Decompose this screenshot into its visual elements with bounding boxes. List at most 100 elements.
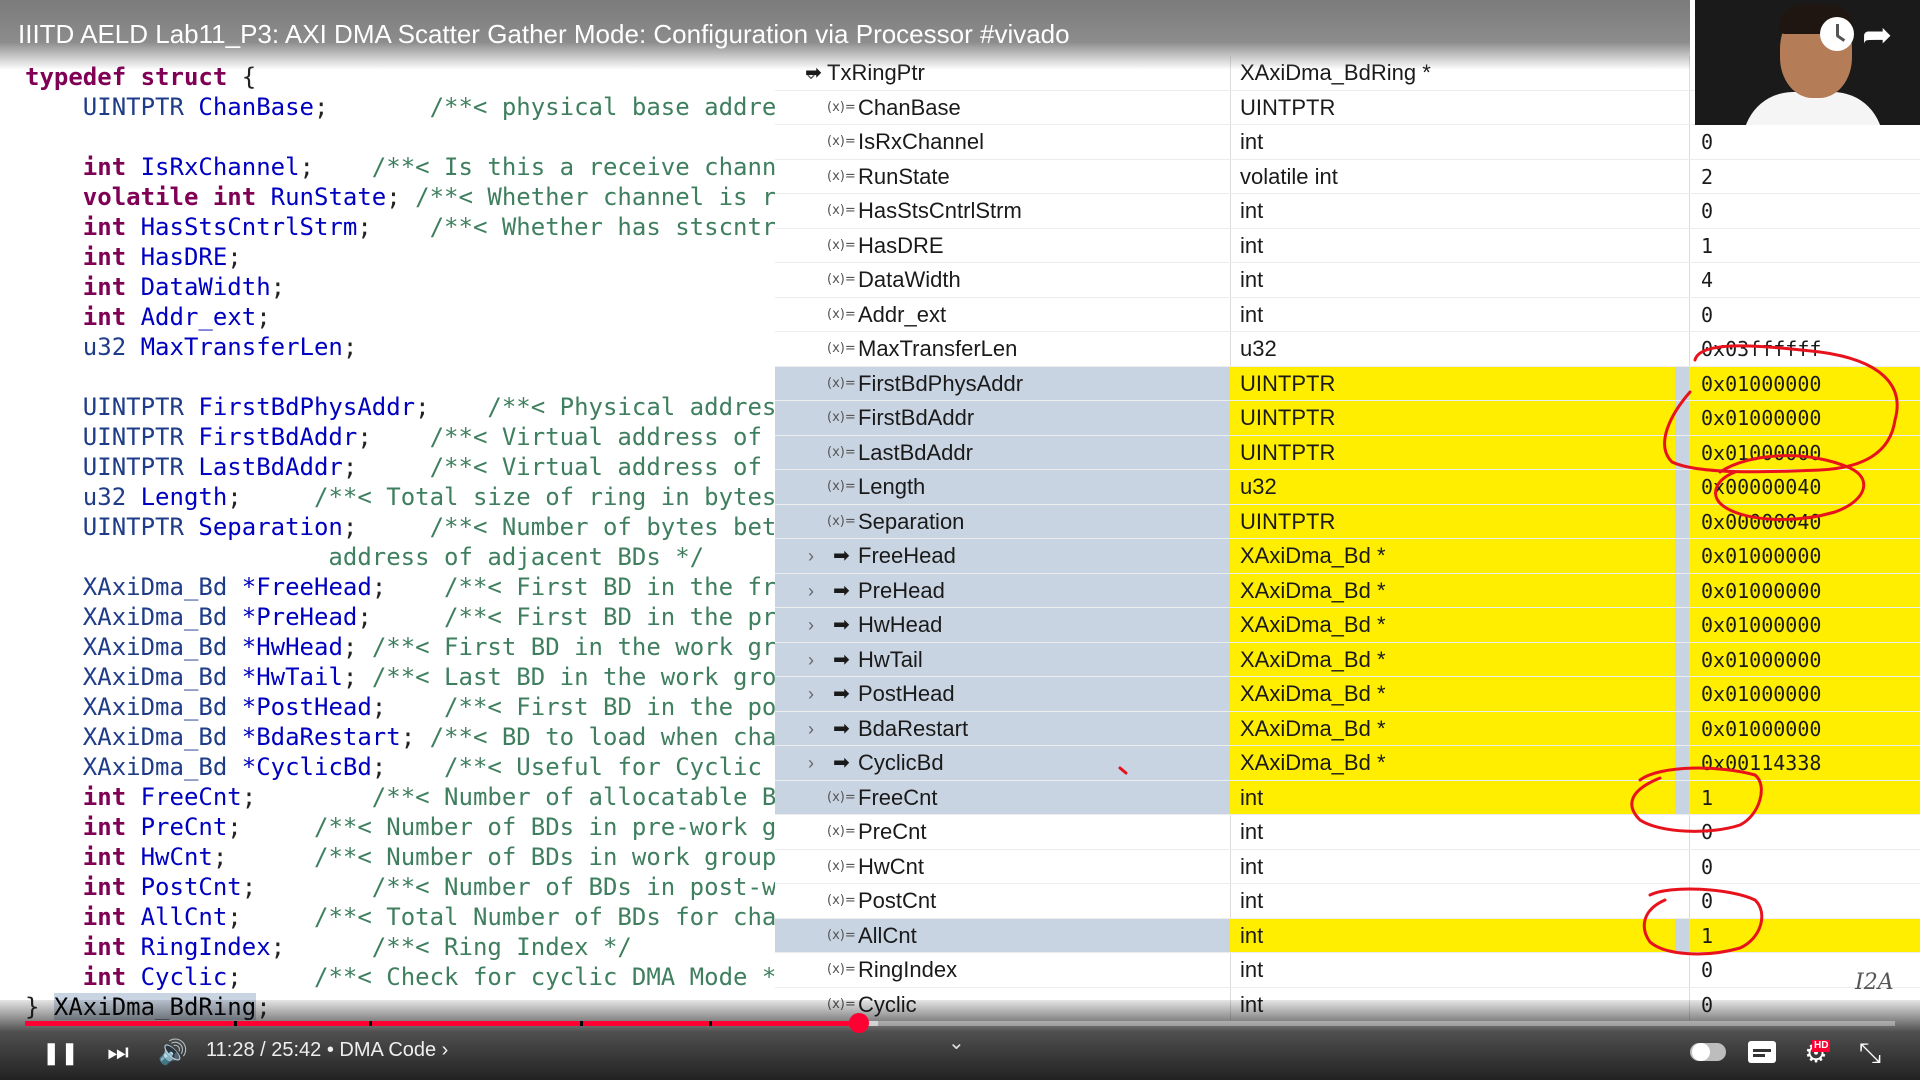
- variable-row[interactable]: (x)= RingIndex int 0: [775, 953, 1920, 988]
- code-token: /**< Number of allocatable BDs in group …: [371, 783, 775, 811]
- variable-value[interactable]: 4: [1689, 263, 1920, 297]
- code-token: HasStsCntrlStrm: [140, 213, 358, 241]
- code-token: /**< First BD in the free group */: [444, 573, 775, 601]
- share-icon[interactable]: ➦: [1862, 14, 1892, 56]
- variable-type: UINTPTR: [1230, 504, 1675, 538]
- variable-row[interactable]: (x)= FirstBdAddr UINTPTR 0x01000000: [775, 401, 1920, 436]
- variable-value[interactable]: 0x01000000: [1689, 642, 1920, 676]
- exit-fullscreen-icon[interactable]: ⤡: [1852, 1035, 1888, 1071]
- expand-chevron-icon[interactable]: ›: [800, 712, 822, 746]
- variable-value[interactable]: 0: [1689, 850, 1920, 884]
- variable-name: FreeCnt: [858, 784, 938, 810]
- variable-name: HwHead: [858, 612, 943, 637]
- expand-chevron-icon[interactable]: ›: [800, 677, 822, 711]
- variable-value[interactable]: 0x01000000: [1689, 401, 1920, 435]
- variable-value[interactable]: 0: [1689, 884, 1920, 918]
- code-line: int AllCnt; /**< Total Number of BDs for…: [25, 902, 775, 932]
- expand-chevron-icon[interactable]: ›: [800, 608, 822, 642]
- variable-value[interactable]: 0: [1689, 194, 1920, 228]
- variable-value[interactable]: 0x00114338: [1689, 746, 1920, 780]
- variable-value[interactable]: 0x01000000: [1689, 711, 1920, 745]
- variable-row[interactable]: › ➡ HwHead XAxiDma_Bd * 0x01000000: [775, 608, 1920, 643]
- autoplay-toggle[interactable]: [1690, 1043, 1726, 1061]
- variable-icon: (x)=: [827, 410, 856, 425]
- variable-value[interactable]: 0: [1689, 815, 1920, 849]
- variable-row[interactable]: (x)= HasStsCntrlStrm int 0: [775, 194, 1920, 229]
- variable-row[interactable]: (x)= LastBdAddr UINTPTR 0x01000000: [775, 435, 1920, 470]
- code-line: XAxiDma_Bd *BdaRestart; /**< BD to load …: [25, 722, 775, 752]
- progress-bar[interactable]: [25, 1021, 1895, 1026]
- variable-row[interactable]: (x)= HasDRE int 1: [775, 229, 1920, 263]
- pause-button[interactable]: ❚❚: [42, 1035, 79, 1071]
- code-token: int: [25, 303, 141, 331]
- code-line: u32 MaxTransferLen;: [25, 332, 358, 362]
- captions-line: [1753, 1049, 1771, 1052]
- video-title[interactable]: IIITD AELD Lab11_P3: AXI DMA Scatter Gat…: [18, 19, 1070, 50]
- variable-name: FirstBdAddr: [858, 405, 975, 430]
- variable-value[interactable]: 0: [1689, 298, 1920, 332]
- variable-row[interactable]: › ➡ HwTail XAxiDma_Bd * 0x01000000: [775, 642, 1920, 677]
- variable-value[interactable]: 0x01000000: [1689, 573, 1920, 607]
- variable-name: RunState: [858, 163, 950, 189]
- chapter-title[interactable]: • DMA Code ›: [327, 1039, 448, 1061]
- variable-row[interactable]: (x)= Separation UINTPTR 0x00000040: [775, 504, 1920, 539]
- expand-chevron-icon[interactable]: ›: [800, 746, 822, 780]
- chevron-down-icon[interactable]: ⌄: [948, 1030, 965, 1055]
- code-token: int: [25, 903, 141, 931]
- variable-row[interactable]: (x)= MaxTransferLen u32 0x03ffffff: [775, 332, 1920, 367]
- autoplay-toggle-knob: [1692, 1043, 1710, 1061]
- variable-row[interactable]: (x)= Addr_ext int 0: [775, 298, 1920, 332]
- variable-value[interactable]: 0x00000040: [1689, 470, 1920, 504]
- variable-value[interactable]: 1: [1689, 780, 1920, 814]
- variable-value[interactable]: 0x01000000: [1689, 539, 1920, 573]
- watch-later-icon[interactable]: [1820, 17, 1854, 51]
- variable-value[interactable]: 0x00000040: [1689, 504, 1920, 538]
- variable-name: BdaRestart: [858, 715, 969, 741]
- variable-value[interactable]: 0: [1689, 125, 1920, 159]
- variable-value[interactable]: 0x01000000: [1689, 608, 1920, 642]
- expand-chevron-icon[interactable]: ›: [800, 539, 822, 573]
- code-token: HasDRE: [140, 243, 228, 271]
- variable-value[interactable]: 1: [1689, 918, 1920, 952]
- variable-value[interactable]: 0x01000000: [1689, 366, 1920, 400]
- variable-type: UINTPTR: [1240, 94, 1336, 120]
- code-token: *CyclicBd: [241, 753, 372, 781]
- volume-button[interactable]: 🔊: [155, 1035, 191, 1071]
- variable-name: DataWidth: [858, 267, 961, 292]
- expand-chevron-icon[interactable]: ›: [800, 643, 822, 677]
- captions-icon[interactable]: [1748, 1041, 1776, 1063]
- pointer-arrow-icon: ➡: [833, 579, 850, 602]
- variable-row[interactable]: (x)= HwCnt int 0: [775, 850, 1920, 884]
- code-token: XAxiDma_Bd: [25, 693, 242, 721]
- variable-row[interactable]: (x)= IsRxChannel int 0: [775, 125, 1920, 160]
- code-line: int RingIndex; /**< Ring Index */: [25, 932, 632, 962]
- time-text: 11:28 / 25:42: [206, 1039, 322, 1061]
- variable-row[interactable]: (x)= RunState volatile int 2: [775, 160, 1920, 194]
- code-token: XAxiDma_Bd: [25, 573, 242, 601]
- variable-row[interactable]: › ➡ PostHead XAxiDma_Bd * 0x01000000: [775, 677, 1920, 712]
- variable-icon: (x)=: [827, 789, 856, 805]
- progress-scrubber[interactable]: [849, 1013, 870, 1033]
- variable-value[interactable]: 0x03ffffff: [1689, 332, 1920, 366]
- variable-row[interactable]: (x)= FreeCnt int 1: [775, 780, 1920, 815]
- variable-row[interactable]: › ➡ CyclicBd XAxiDma_Bd * 0x00114338: [775, 746, 1920, 781]
- variable-value[interactable]: 0x01000000: [1689, 677, 1920, 711]
- next-button[interactable]: ⏭: [100, 1035, 136, 1071]
- code-token: PreCnt: [140, 813, 228, 841]
- variable-row[interactable]: (x)= PostCnt int 0: [775, 884, 1920, 919]
- variable-row[interactable]: › ➡ BdaRestart XAxiDma_Bd * 0x01000000: [775, 711, 1920, 746]
- variable-row[interactable]: › ➡ PreHead XAxiDma_Bd * 0x01000000: [775, 573, 1920, 608]
- variable-row[interactable]: (x)= PreCnt int 0: [775, 815, 1920, 850]
- variable-row[interactable]: (x)= FirstBdPhysAddr UINTPTR 0x01000000: [775, 366, 1920, 401]
- variable-value[interactable]: 1: [1689, 229, 1920, 263]
- variable-row[interactable]: (x)= AllCnt int 1: [775, 918, 1920, 953]
- variable-row[interactable]: (x)= Length u32 0x00000040: [775, 470, 1920, 505]
- variable-type: XAxiDma_Bd *: [1230, 539, 1675, 573]
- hd-badge: HD: [1812, 1040, 1831, 1052]
- variable-value[interactable]: 2: [1689, 160, 1920, 194]
- code-token: ;: [342, 333, 358, 361]
- expand-chevron-icon[interactable]: ›: [800, 574, 822, 608]
- variable-value[interactable]: 0x01000000: [1689, 435, 1920, 469]
- variable-row[interactable]: › ➡ FreeHead XAxiDma_Bd * 0x01000000: [775, 539, 1920, 574]
- variable-row[interactable]: (x)= DataWidth int 4: [775, 263, 1920, 298]
